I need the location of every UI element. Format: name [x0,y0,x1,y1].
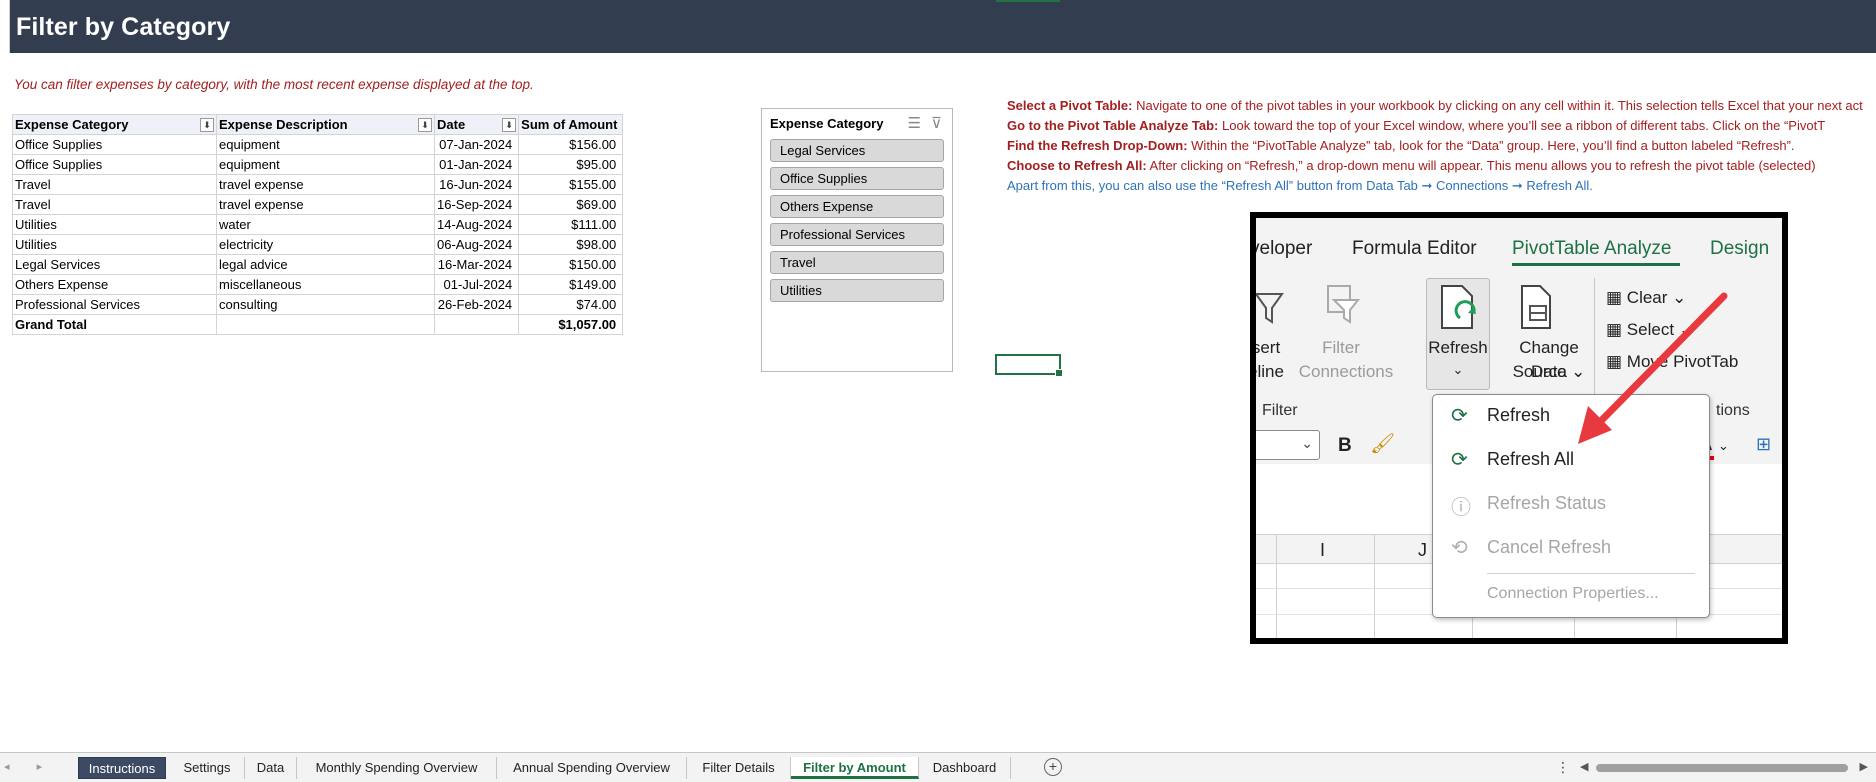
header-sum-of-amount[interactable]: Sum of Amount [518,114,624,135]
slicer-item-office-supplies[interactable]: Office Supplies [770,167,944,190]
instruction-line: Find the Refresh Drop-Down: Within the “… [1007,138,1795,153]
expense-category-slicer[interactable]: Expense Category ☰ ⊽ Legal Services Offi… [761,108,953,372]
header-expense-description[interactable]: Expense Description ⬇ [216,114,435,135]
instruction-line: Select a Pivot Table: Navigate to one of… [1007,98,1863,113]
red-arrow-icon [1578,292,1728,444]
sheet-tab-filter-by-amount[interactable]: Filter by Amount [791,757,919,779]
pivot-header-row: Expense Category ⬇ Expense Description ⬇ D… [12,114,624,135]
table-row[interactable]: Utilities electricity 06-Aug-2024 $98.00 [12,234,624,255]
instructions-block: Select a Pivot Table: Navigate to one of… [1007,96,1876,196]
slicer-item-legal-services[interactable]: Legal Services [770,139,944,162]
table-row[interactable]: Office Supplies equipment 01-Jan-2024 $95.0… [12,154,624,175]
sheet-tab-bar: ◂ ▸ Instructions Settings Data Monthly S… [0,752,1876,782]
title-banner: Filter by Category [10,0,1876,53]
row-header-edge [0,0,10,53]
table-row[interactable]: Legal Services legal advice 16-Mar-2024 $15… [12,254,624,275]
slicer-item-travel[interactable]: Travel [770,251,944,274]
page-title: Filter by Category [16,13,231,41]
header-date[interactable]: Date ⬇ [433,114,520,135]
excel-window: Filter by Category You can filter expens… [0,0,1876,782]
sheet-tab-filter-details[interactable]: Filter Details [687,757,791,779]
table-row[interactable]: Office Supplies equipment 07-Jan-2024 $156.… [12,134,624,155]
scrollbar-thumb[interactable] [1596,764,1848,772]
table-row[interactable]: Travel travel expense 16-Jun-2024 $155.00 [12,174,624,195]
grand-total-row[interactable]: Grand Total $1,057.00 [12,314,624,335]
pivot-table[interactable]: Expense Category ⬇ Expense Description ⬇ D… [12,114,624,335]
add-sheet-icon[interactable]: + [1044,758,1062,776]
table-row[interactable]: Travel travel expense 16-Sep-2024 $69.00 [12,194,624,215]
sheet-tab-data[interactable]: Data [245,757,297,779]
scroll-right-icon[interactable]: ▶ [1860,760,1868,773]
header-expense-category[interactable]: Expense Category ⬇ [12,114,217,135]
filter-dropdown-icon[interactable]: ⬇ [502,118,517,132]
filter-dropdown-icon[interactable]: ⬇ [200,118,214,132]
filter-dropdown-icon[interactable]: ⬇ [418,118,432,132]
slicer-item-professional-services[interactable]: Professional Services [770,223,944,246]
active-cell[interactable] [995,354,1063,377]
sheet-tab-settings[interactable]: Settings [170,757,245,779]
sheet-tab-dashboard[interactable]: Dashboard [919,757,1011,779]
sheet-nav-arrows-icon[interactable]: ◂ ▸ [4,760,54,773]
embedded-screenshot: veloper Formula Editor PivotTable Analyz… [1250,212,1788,644]
selected-column-marker [996,0,1060,2]
table-row[interactable]: Others Expense miscellaneous 01-Jul-2024 $1… [12,274,624,295]
instruction-line: Choose to Refresh All: After clicking on… [1007,158,1816,173]
instruction-note: Apart from this, you can also use the “R… [1007,178,1593,193]
sheet-tab-instructions[interactable]: Instructions [78,757,166,779]
table-row[interactable]: Professional Services consulting 26-Feb-20… [12,294,624,315]
clear-filter-icon[interactable]: ⊽ [931,114,942,132]
horizontal-scrollbar[interactable]: ◀ ▶ [1580,760,1868,774]
slicer-item-utilities[interactable]: Utilities [770,279,944,302]
slicer-item-others-expense[interactable]: Others Expense [770,195,944,218]
sheet-tab-annual-spending-overview[interactable]: Annual Spending Overview [497,757,687,779]
more-options-icon[interactable]: ⋮ [1556,759,1570,776]
subtitle-note: You can filter expenses by category, wit… [14,77,534,92]
scroll-left-icon[interactable]: ◀ [1580,760,1588,773]
table-row[interactable]: Utilities water 14-Aug-2024 $111.00 [12,214,624,235]
sheet-tab-monthly-spending-overview[interactable]: Monthly Spending Overview [297,757,497,779]
multi-select-icon[interactable]: ☰ [908,114,921,132]
instruction-line: Go to the Pivot Table Analyze Tab: Look … [1007,118,1826,133]
slicer-title: Expense Category [770,116,884,131]
